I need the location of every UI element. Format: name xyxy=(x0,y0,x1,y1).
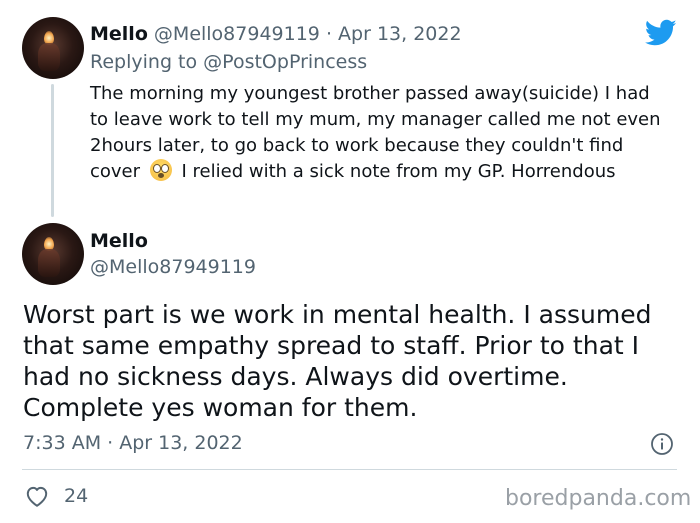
main-handle[interactable]: @Mello87949119 xyxy=(90,255,256,279)
like-count: 24 xyxy=(64,485,89,507)
main-display-name[interactable]: Mello xyxy=(90,229,148,253)
reply-display-name[interactable]: Mello xyxy=(90,23,148,45)
reply-date[interactable]: Apr 13, 2022 xyxy=(338,23,462,45)
avatar-hand xyxy=(38,249,60,277)
info-icon[interactable] xyxy=(650,432,674,456)
reply-tweet-text: The morning my youngest brother passed a… xyxy=(90,81,670,185)
replying-to: Replying to @PostOpPrincess xyxy=(90,50,367,74)
flushed-face-emoji-icon xyxy=(149,159,172,181)
twitter-bird-icon xyxy=(645,19,677,46)
reply-text-part-2: I relied with a sick note from my GP. Ho… xyxy=(181,161,616,182)
thread-connector-line xyxy=(51,84,54,217)
replying-handle-link[interactable]: @PostOpPrincess xyxy=(203,51,367,73)
avatar-hand xyxy=(38,43,60,71)
reply-tweet-header: Mello @Mello87949119 · Apr 13, 2022 xyxy=(90,22,462,46)
replying-prefix: Replying to xyxy=(90,51,198,73)
heart-icon[interactable] xyxy=(24,484,50,508)
main-tweet-text: Worst part is we work in mental health. … xyxy=(23,300,652,422)
watermark: boredpanda.com xyxy=(505,486,692,511)
tweet-timestamp[interactable]: 7:33 AM · Apr 13, 2022 xyxy=(23,431,243,455)
separator-dot: · xyxy=(325,23,332,45)
avatar[interactable] xyxy=(22,223,84,285)
avatar[interactable] xyxy=(22,17,84,79)
divider xyxy=(22,469,677,470)
reply-handle[interactable]: @Mello87949119 xyxy=(154,23,320,45)
